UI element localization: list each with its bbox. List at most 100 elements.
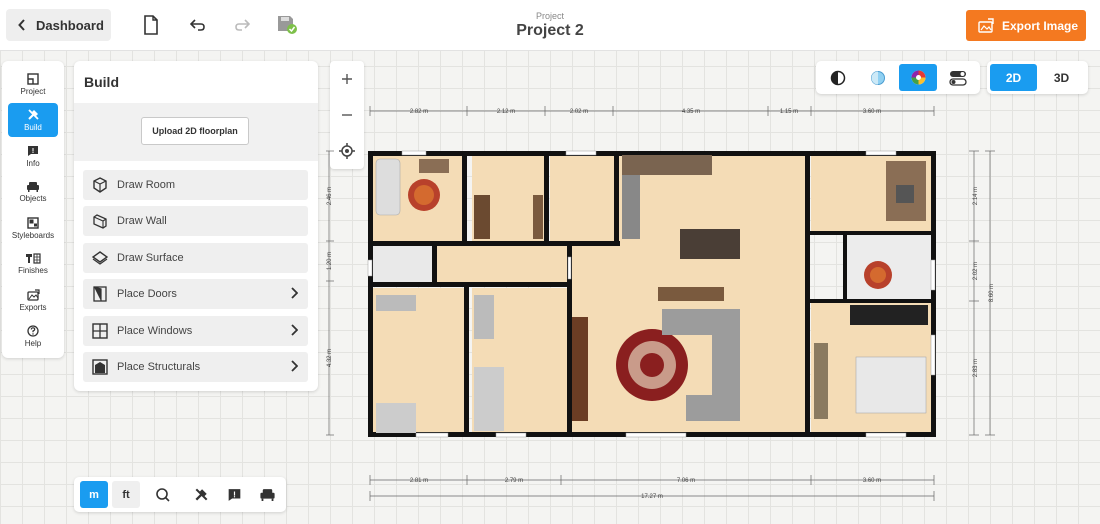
total-width-dim: 17.27 m [641,494,663,500]
bottom-dim-4: 3.60 m [863,478,881,484]
nav-objects[interactable]: Objects [8,175,58,209]
floor-plan-canvas[interactable]: 2.82 m 2.12 m 2.02 m 4.35 m 1.15 m 3.60 … [326,95,1000,505]
draw-surface-label: Draw Surface [117,252,184,264]
vanity [419,159,449,173]
color-icon[interactable] [899,64,937,91]
left-dim-3: 4.32 m [327,349,333,367]
bottom-dim-3: 7.06 m [677,478,695,484]
cube-icon [83,177,117,193]
contrast-icon[interactable] [819,64,857,91]
bottom-dim-1: 2.81 m [410,478,428,484]
left-dim-2: 1.20 m [327,252,333,270]
place-structurals-label: Place Structurals [117,361,201,373]
place-doors-button[interactable]: Place Doors [83,279,308,309]
window-icon [83,323,117,339]
place-windows-label: Place Windows [117,325,193,337]
build-panel: Build Upload 2D floorplan Draw Room Draw… [74,61,318,391]
wall-icon [83,213,117,229]
tools-icon[interactable] [187,481,215,508]
door-icon [83,286,117,302]
structural-icon [83,359,117,375]
export-image-button[interactable]: Export Image [966,10,1086,41]
top-dim-4: 4.35 m [682,109,700,115]
nav-info[interactable]: Info [8,139,58,173]
nav-build-label: Build [24,123,42,132]
upload-floorplan-button[interactable]: Upload 2D floorplan [141,117,249,145]
nav-objects-label: Objects [19,194,47,203]
bed-left [376,403,416,433]
draw-room-label: Draw Room [117,179,176,191]
desk [376,295,416,311]
top-dim-6: 3.60 m [863,109,881,115]
bed-middle [474,367,504,431]
place-structurals-button[interactable]: Place Structurals [83,352,308,382]
chevron-right-icon [291,360,299,375]
draw-room-button[interactable]: Draw Room [83,170,308,200]
project-title: Project 2 [516,22,584,39]
left-nav: Project Build Info Objects Styleboards F… [2,61,64,358]
view-3d-button[interactable]: 3D [1038,64,1085,91]
tv-unit [572,317,588,421]
dimension-toggle: 2D 3D [987,61,1088,94]
headboard [850,305,928,325]
top-dimension-line [369,106,935,116]
bottom-dim-2: 2.79 m [505,478,523,484]
nav-project[interactable]: Project [8,67,58,101]
sofa-icon[interactable] [253,481,281,508]
right-dim-2: 2.02 m [973,262,979,280]
draw-wall-button[interactable]: Draw Wall [83,206,308,236]
unit-meters-button[interactable]: m [80,481,108,508]
dining-table [680,229,740,259]
nav-help-label: Help [24,338,42,348]
view-2d-button[interactable]: 2D [990,64,1037,91]
build-panel-title: Build [84,74,119,90]
nav-exports[interactable]: Exports [8,283,58,317]
top-dim-2: 2.12 m [497,109,515,115]
sofa-icon [27,182,39,192]
project-caption: Project [535,11,564,21]
nav-exports-label: Exports [19,302,47,312]
chevron-right-icon [291,287,299,302]
nav-project-label: Project [20,86,46,96]
export-label: Export Image [1002,18,1079,33]
export-icon [26,288,40,301]
place-windows-button[interactable]: Place Windows [83,316,308,346]
bed-master [855,356,927,414]
nav-build[interactable]: Build [8,103,58,137]
kitchen-counter [622,155,712,175]
upload-area: Upload 2D floorplan [74,103,318,161]
finishes-icon [26,253,41,264]
top-dim-5: 1.15 m [780,109,798,115]
comment-icon[interactable] [220,481,248,508]
search-icon[interactable] [149,481,177,508]
right-total-dim: 8.60 m [989,284,995,302]
draw-surface-button[interactable]: Draw Surface [83,243,308,273]
top-dim-1: 2.82 m [410,109,428,115]
nav-finishes-label: Finishes [18,266,48,275]
tools-icon [27,109,39,120]
info-icon [28,145,38,156]
sideboard [658,287,724,301]
zoom-in-icon[interactable] [330,62,364,96]
top-dim-3: 2.02 m [570,109,588,115]
shading-icon[interactable] [859,64,897,91]
styleboard-icon [27,216,39,229]
view-mode-toolbar [816,61,980,94]
wardrobe [474,195,490,239]
project-icon [27,72,39,85]
nav-help[interactable]: Help [8,319,58,353]
nav-styleboards-label: Styleboards [11,230,55,240]
unit-feet-button[interactable]: ft [112,481,140,508]
place-doors-label: Place Doors [117,288,177,300]
nav-finishes[interactable]: Finishes [8,247,58,281]
left-dim-1: 2.46 m [327,187,333,205]
kitchen-side-counter [622,175,640,239]
help-icon [27,324,39,337]
bathtub [375,158,401,216]
bottom-toolbar: m ft [74,477,286,512]
right-dim-3: 2.83 m [973,359,979,377]
nav-info-label: Info [26,158,40,168]
toggle-icon[interactable] [939,64,977,91]
nav-styleboards[interactable]: Styleboards [8,211,58,245]
chevron-right-icon [291,324,299,339]
